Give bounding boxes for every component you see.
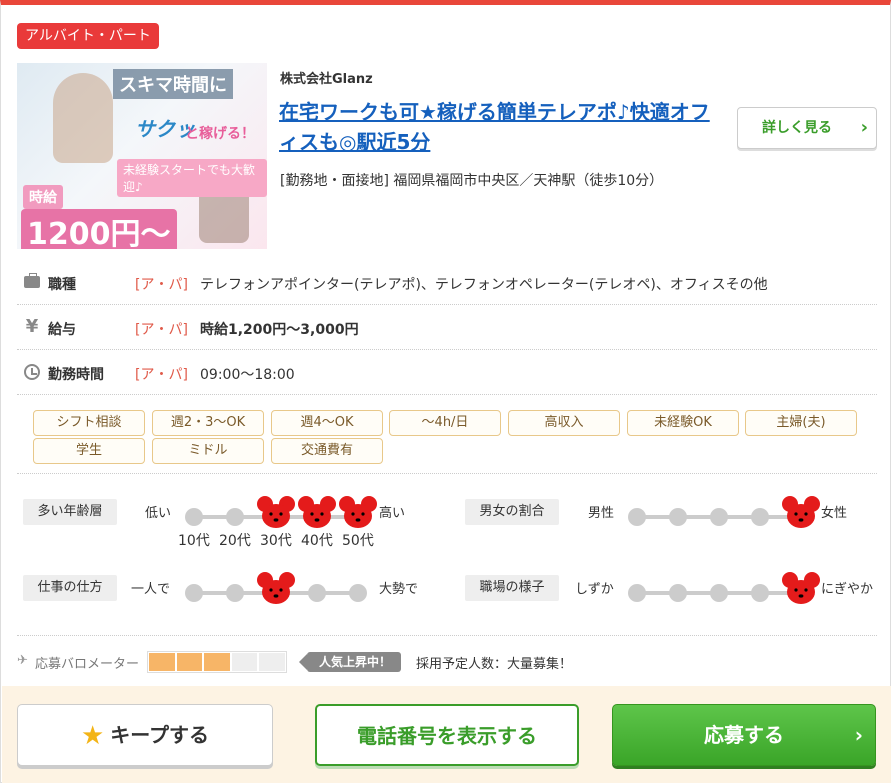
scale-dot [710, 508, 728, 526]
barometer-status: 人気上昇中！ [298, 652, 402, 672]
company-name: 株式会社Glanz [280, 72, 373, 87]
star-icon: ★ [80, 721, 105, 751]
work-style-scale-label: 仕事の仕方 [23, 575, 117, 601]
section-divider [17, 635, 877, 636]
age-tick: 30代 [260, 533, 292, 549]
scale-dot [669, 584, 687, 602]
barometer-cell [231, 653, 258, 671]
feature-tag: 週4〜OK [271, 410, 383, 436]
feature-tag: 未経験OK [627, 410, 739, 436]
mouse-marker-icon [256, 495, 296, 529]
view-details-button[interactable]: 詳しく見る › [737, 107, 877, 149]
feature-tag: 主婦(夫) [745, 410, 857, 436]
scale-dot [751, 508, 769, 526]
mouse-marker-icon [297, 495, 337, 529]
age-scale-low: 低い [145, 506, 172, 521]
apply-button-label: 応募する [704, 723, 784, 747]
work-style-scale-left: 一人で [131, 582, 171, 597]
info-tag: [ア・パ] [135, 322, 188, 338]
age-scale-high: 高い [379, 506, 406, 521]
barometer-cell [259, 653, 285, 671]
clock-icon [23, 363, 41, 381]
gender-scale-right: 女性 [821, 506, 848, 521]
gender-scale-left: 男性 [588, 506, 615, 521]
hiring-plan: 採用予定人数：大量募集！ [416, 657, 573, 672]
scale-dot [226, 508, 244, 526]
show-phone-button[interactable]: 電話番号を表示する [315, 704, 579, 766]
scale-dot [308, 584, 326, 602]
running-person-icon: ✈ [17, 653, 28, 668]
info-tag: [ア・パ] [135, 367, 188, 383]
action-bar: ★ キープする 電話番号を表示する 応募する › [2, 686, 891, 783]
gender-scale-label: 男女の割合 [465, 499, 559, 525]
feature-tag: シフト相談 [33, 410, 145, 436]
keep-button-label: キープする [110, 723, 210, 747]
feature-tags: シフト相談 週2・3〜OK 週4〜OK 〜4h/日 高収入 未経験OK 主婦(夫… [17, 400, 877, 474]
view-details-label: 詳しく見る [762, 120, 832, 136]
age-tick: 20代 [219, 533, 251, 549]
feature-tag: 〜4h/日 [389, 410, 501, 436]
scale-dot [710, 584, 728, 602]
info-label: 給与 [48, 322, 76, 338]
show-phone-button-label: 電話番号を表示する [357, 724, 537, 748]
scale-dot [751, 584, 769, 602]
work-style-scale-right: 大勢で [379, 582, 419, 597]
job-location: [勤務地・面接地] 福岡県福岡市中央区／天神駅（徒歩10分） [280, 173, 664, 189]
mouse-marker-icon [781, 571, 821, 605]
scale-dot [185, 584, 203, 602]
atmosphere-scale-right: にぎやか [821, 582, 874, 597]
barometer-label: 応募バロメーター [35, 657, 140, 672]
application-barometer: ✈ 応募バロメーター 人気上昇中！ 採用予定人数：大量募集！ [17, 651, 877, 673]
barometer-cell [204, 653, 230, 671]
age-tick: 10代 [178, 533, 210, 549]
scale-dot [628, 584, 646, 602]
thumbnail-wage-label: 時給 [23, 185, 63, 209]
scale-dot [226, 584, 244, 602]
mouse-marker-icon [781, 495, 821, 529]
info-value: テレフォンアポインター(テレアポ)、テレフォンオペレーター(テレオペ)、オフィス… [200, 277, 768, 293]
employment-type-badge: アルバイト・パート [17, 23, 159, 49]
age-scale-label: 多い年齢層 [23, 499, 117, 525]
atmosphere-scale-label: 職場の様子 [465, 575, 559, 601]
feature-tag: 週2・3〜OK [152, 410, 264, 436]
woman-photo-figure [53, 73, 113, 163]
scale-dot [349, 584, 367, 602]
scale-dot [669, 508, 687, 526]
keep-button[interactable]: ★ キープする [17, 704, 273, 766]
scale-dot [628, 508, 646, 526]
info-tag: [ア・パ] [135, 277, 188, 293]
feature-tag: 交通費有 [271, 438, 383, 464]
thumbnail-welcome-text: 未経験スタートでも大歓迎♪ [117, 159, 267, 197]
briefcase-icon [23, 273, 41, 291]
thumbnail-headline: スキマ時間に [113, 69, 233, 99]
info-label: 職種 [48, 277, 76, 293]
age-tick: 40代 [301, 533, 333, 549]
info-label: 勤務時間 [48, 367, 104, 383]
feature-tag: ミドル [152, 438, 264, 464]
chevron-right-icon: › [860, 117, 868, 138]
info-value: 09:00〜18:00 [200, 367, 295, 383]
mouse-marker-icon [256, 571, 296, 605]
age-tick: 50代 [342, 533, 374, 549]
info-row-job-type: 職種 [ア・パ] テレフォンアポインター(テレアポ)、テレフォンオペレーター(テ… [17, 261, 877, 305]
feature-tag: 高収入 [508, 410, 620, 436]
thumbnail-kasegu-text: と稼げる！ [185, 126, 255, 142]
job-card: アルバイト・パート スキマ時間に サクッ と稼げる！ 未経験スタートでも大歓迎♪… [0, 0, 891, 783]
scale-dot [185, 508, 203, 526]
job-title-link[interactable]: 在宅ワークも可★稼げる簡単テレアポ♪快適オフィスも◎駅近5分 [279, 97, 719, 157]
feature-tag: 学生 [33, 438, 145, 464]
mouse-marker-icon [338, 495, 378, 529]
info-row-working-hours: 勤務時間 [ア・パ] 09:00〜18:00 [17, 351, 877, 395]
barometer-cell [149, 653, 175, 671]
barometer-meter [147, 651, 287, 673]
chevron-right-icon: › [854, 723, 863, 747]
info-row-salary: ¥ 給与 [ア・パ] 時給1,200円〜3,000円 [17, 306, 877, 350]
thumbnail-wage: 1200円〜 [21, 209, 177, 249]
barometer-cell [176, 653, 203, 671]
info-value: 時給1,200円〜3,000円 [200, 322, 359, 338]
yen-icon: ¥ [25, 316, 39, 337]
job-thumbnail[interactable]: スキマ時間に サクッ と稼げる！ 未経験スタートでも大歓迎♪ 時給 1200円〜 [17, 63, 267, 249]
apply-button[interactable]: 応募する › [612, 704, 876, 766]
atmosphere-scale-left: しずか [575, 582, 614, 597]
